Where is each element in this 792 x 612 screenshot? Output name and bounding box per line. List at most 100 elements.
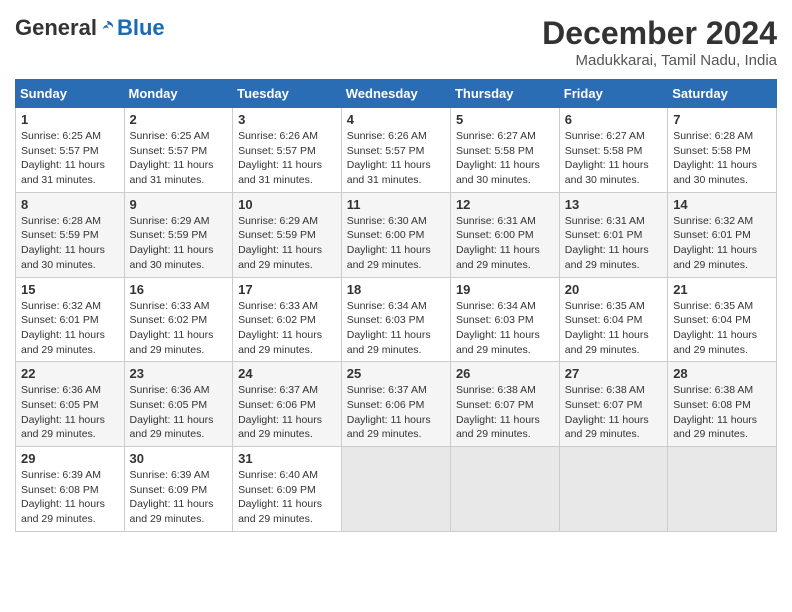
- day-detail: Sunrise: 6:34 AMSunset: 6:03 PMDaylight:…: [347, 300, 431, 356]
- title-area: December 2024 Madukkarai, Tamil Nadu, In…: [542, 15, 777, 69]
- day-detail: Sunrise: 6:32 AMSunset: 6:01 PMDaylight:…: [21, 300, 105, 356]
- day-number: 9: [130, 197, 228, 212]
- day-number: 5: [456, 112, 554, 127]
- day-detail: Sunrise: 6:25 AMSunset: 5:57 PMDaylight:…: [21, 130, 105, 186]
- day-number: 19: [456, 282, 554, 297]
- calendar-cell: 17 Sunrise: 6:33 AMSunset: 6:02 PMDaylig…: [233, 277, 342, 362]
- calendar-cell: 3 Sunrise: 6:26 AMSunset: 5:57 PMDayligh…: [233, 108, 342, 193]
- header-wednesday: Wednesday: [341, 80, 450, 108]
- day-detail: Sunrise: 6:38 AMSunset: 6:07 PMDaylight:…: [456, 384, 540, 440]
- day-number: 20: [565, 282, 662, 297]
- day-number: 13: [565, 197, 662, 212]
- day-number: 4: [347, 112, 445, 127]
- day-number: 15: [21, 282, 119, 297]
- day-detail: Sunrise: 6:36 AMSunset: 6:05 PMDaylight:…: [21, 384, 105, 440]
- calendar-cell: 16 Sunrise: 6:33 AMSunset: 6:02 PMDaylig…: [124, 277, 233, 362]
- day-number: 23: [130, 366, 228, 381]
- day-detail: Sunrise: 6:31 AMSunset: 6:00 PMDaylight:…: [456, 215, 540, 271]
- calendar-cell: 11 Sunrise: 6:30 AMSunset: 6:00 PMDaylig…: [341, 192, 450, 277]
- calendar-cell: 20 Sunrise: 6:35 AMSunset: 6:04 PMDaylig…: [559, 277, 667, 362]
- day-number: 7: [673, 112, 771, 127]
- calendar-week-row: 22 Sunrise: 6:36 AMSunset: 6:05 PMDaylig…: [16, 362, 777, 447]
- calendar-cell: [450, 447, 559, 532]
- day-number: 25: [347, 366, 445, 381]
- day-detail: Sunrise: 6:27 AMSunset: 5:58 PMDaylight:…: [456, 130, 540, 186]
- day-number: 29: [21, 451, 119, 466]
- day-number: 22: [21, 366, 119, 381]
- calendar-cell: 9 Sunrise: 6:29 AMSunset: 5:59 PMDayligh…: [124, 192, 233, 277]
- day-detail: Sunrise: 6:27 AMSunset: 5:58 PMDaylight:…: [565, 130, 649, 186]
- calendar-cell: 13 Sunrise: 6:31 AMSunset: 6:01 PMDaylig…: [559, 192, 667, 277]
- logo-general-text: General: [15, 15, 97, 41]
- day-number: 16: [130, 282, 228, 297]
- day-number: 27: [565, 366, 662, 381]
- logo-bird-icon: [98, 19, 116, 37]
- day-number: 8: [21, 197, 119, 212]
- day-detail: Sunrise: 6:38 AMSunset: 6:07 PMDaylight:…: [565, 384, 649, 440]
- day-number: 10: [238, 197, 336, 212]
- header-thursday: Thursday: [450, 80, 559, 108]
- day-detail: Sunrise: 6:35 AMSunset: 6:04 PMDaylight:…: [565, 300, 649, 356]
- calendar-cell: 31 Sunrise: 6:40 AMSunset: 6:09 PMDaylig…: [233, 447, 342, 532]
- day-number: 1: [21, 112, 119, 127]
- day-detail: Sunrise: 6:28 AMSunset: 5:58 PMDaylight:…: [673, 130, 757, 186]
- day-detail: Sunrise: 6:38 AMSunset: 6:08 PMDaylight:…: [673, 384, 757, 440]
- calendar-cell: 23 Sunrise: 6:36 AMSunset: 6:05 PMDaylig…: [124, 362, 233, 447]
- day-detail: Sunrise: 6:34 AMSunset: 6:03 PMDaylight:…: [456, 300, 540, 356]
- day-detail: Sunrise: 6:39 AMSunset: 6:08 PMDaylight:…: [21, 469, 105, 525]
- calendar-cell: 15 Sunrise: 6:32 AMSunset: 6:01 PMDaylig…: [16, 277, 125, 362]
- header-saturday: Saturday: [668, 80, 777, 108]
- day-number: 6: [565, 112, 662, 127]
- calendar-cell: 12 Sunrise: 6:31 AMSunset: 6:00 PMDaylig…: [450, 192, 559, 277]
- logo: General Blue: [15, 15, 165, 41]
- day-detail: Sunrise: 6:29 AMSunset: 5:59 PMDaylight:…: [130, 215, 214, 271]
- header-monday: Monday: [124, 80, 233, 108]
- calendar-header-row: Sunday Monday Tuesday Wednesday Thursday…: [16, 80, 777, 108]
- calendar-cell: 4 Sunrise: 6:26 AMSunset: 5:57 PMDayligh…: [341, 108, 450, 193]
- day-number: 11: [347, 197, 445, 212]
- calendar-cell: [668, 447, 777, 532]
- day-detail: Sunrise: 6:31 AMSunset: 6:01 PMDaylight:…: [565, 215, 649, 271]
- day-detail: Sunrise: 6:33 AMSunset: 6:02 PMDaylight:…: [130, 300, 214, 356]
- calendar-cell: 24 Sunrise: 6:37 AMSunset: 6:06 PMDaylig…: [233, 362, 342, 447]
- day-detail: Sunrise: 6:28 AMSunset: 5:59 PMDaylight:…: [21, 215, 105, 271]
- day-number: 30: [130, 451, 228, 466]
- calendar-cell: 10 Sunrise: 6:29 AMSunset: 5:59 PMDaylig…: [233, 192, 342, 277]
- calendar-cell: 1 Sunrise: 6:25 AMSunset: 5:57 PMDayligh…: [16, 108, 125, 193]
- day-detail: Sunrise: 6:25 AMSunset: 5:57 PMDaylight:…: [130, 130, 214, 186]
- day-detail: Sunrise: 6:37 AMSunset: 6:06 PMDaylight:…: [238, 384, 322, 440]
- day-detail: Sunrise: 6:39 AMSunset: 6:09 PMDaylight:…: [130, 469, 214, 525]
- day-number: 17: [238, 282, 336, 297]
- day-detail: Sunrise: 6:29 AMSunset: 5:59 PMDaylight:…: [238, 215, 322, 271]
- calendar-cell: 26 Sunrise: 6:38 AMSunset: 6:07 PMDaylig…: [450, 362, 559, 447]
- calendar-cell: 7 Sunrise: 6:28 AMSunset: 5:58 PMDayligh…: [668, 108, 777, 193]
- calendar-cell: 29 Sunrise: 6:39 AMSunset: 6:08 PMDaylig…: [16, 447, 125, 532]
- day-number: 21: [673, 282, 771, 297]
- calendar-cell: 2 Sunrise: 6:25 AMSunset: 5:57 PMDayligh…: [124, 108, 233, 193]
- header-sunday: Sunday: [16, 80, 125, 108]
- day-number: 18: [347, 282, 445, 297]
- calendar-cell: 30 Sunrise: 6:39 AMSunset: 6:09 PMDaylig…: [124, 447, 233, 532]
- calendar-cell: 6 Sunrise: 6:27 AMSunset: 5:58 PMDayligh…: [559, 108, 667, 193]
- day-detail: Sunrise: 6:30 AMSunset: 6:00 PMDaylight:…: [347, 215, 431, 271]
- calendar-cell: 27 Sunrise: 6:38 AMSunset: 6:07 PMDaylig…: [559, 362, 667, 447]
- day-detail: Sunrise: 6:33 AMSunset: 6:02 PMDaylight:…: [238, 300, 322, 356]
- calendar-table: Sunday Monday Tuesday Wednesday Thursday…: [15, 79, 777, 532]
- day-number: 2: [130, 112, 228, 127]
- month-title: December 2024: [542, 15, 777, 52]
- day-number: 14: [673, 197, 771, 212]
- day-detail: Sunrise: 6:26 AMSunset: 5:57 PMDaylight:…: [347, 130, 431, 186]
- logo-blue-text: Blue: [117, 15, 165, 41]
- calendar-cell: 21 Sunrise: 6:35 AMSunset: 6:04 PMDaylig…: [668, 277, 777, 362]
- calendar-cell: 25 Sunrise: 6:37 AMSunset: 6:06 PMDaylig…: [341, 362, 450, 447]
- day-detail: Sunrise: 6:26 AMSunset: 5:57 PMDaylight:…: [238, 130, 322, 186]
- day-detail: Sunrise: 6:37 AMSunset: 6:06 PMDaylight:…: [347, 384, 431, 440]
- day-number: 24: [238, 366, 336, 381]
- calendar-cell: [559, 447, 667, 532]
- day-number: 31: [238, 451, 336, 466]
- calendar-cell: 28 Sunrise: 6:38 AMSunset: 6:08 PMDaylig…: [668, 362, 777, 447]
- day-detail: Sunrise: 6:36 AMSunset: 6:05 PMDaylight:…: [130, 384, 214, 440]
- calendar-cell: 18 Sunrise: 6:34 AMSunset: 6:03 PMDaylig…: [341, 277, 450, 362]
- calendar-week-row: 29 Sunrise: 6:39 AMSunset: 6:08 PMDaylig…: [16, 447, 777, 532]
- calendar-cell: 22 Sunrise: 6:36 AMSunset: 6:05 PMDaylig…: [16, 362, 125, 447]
